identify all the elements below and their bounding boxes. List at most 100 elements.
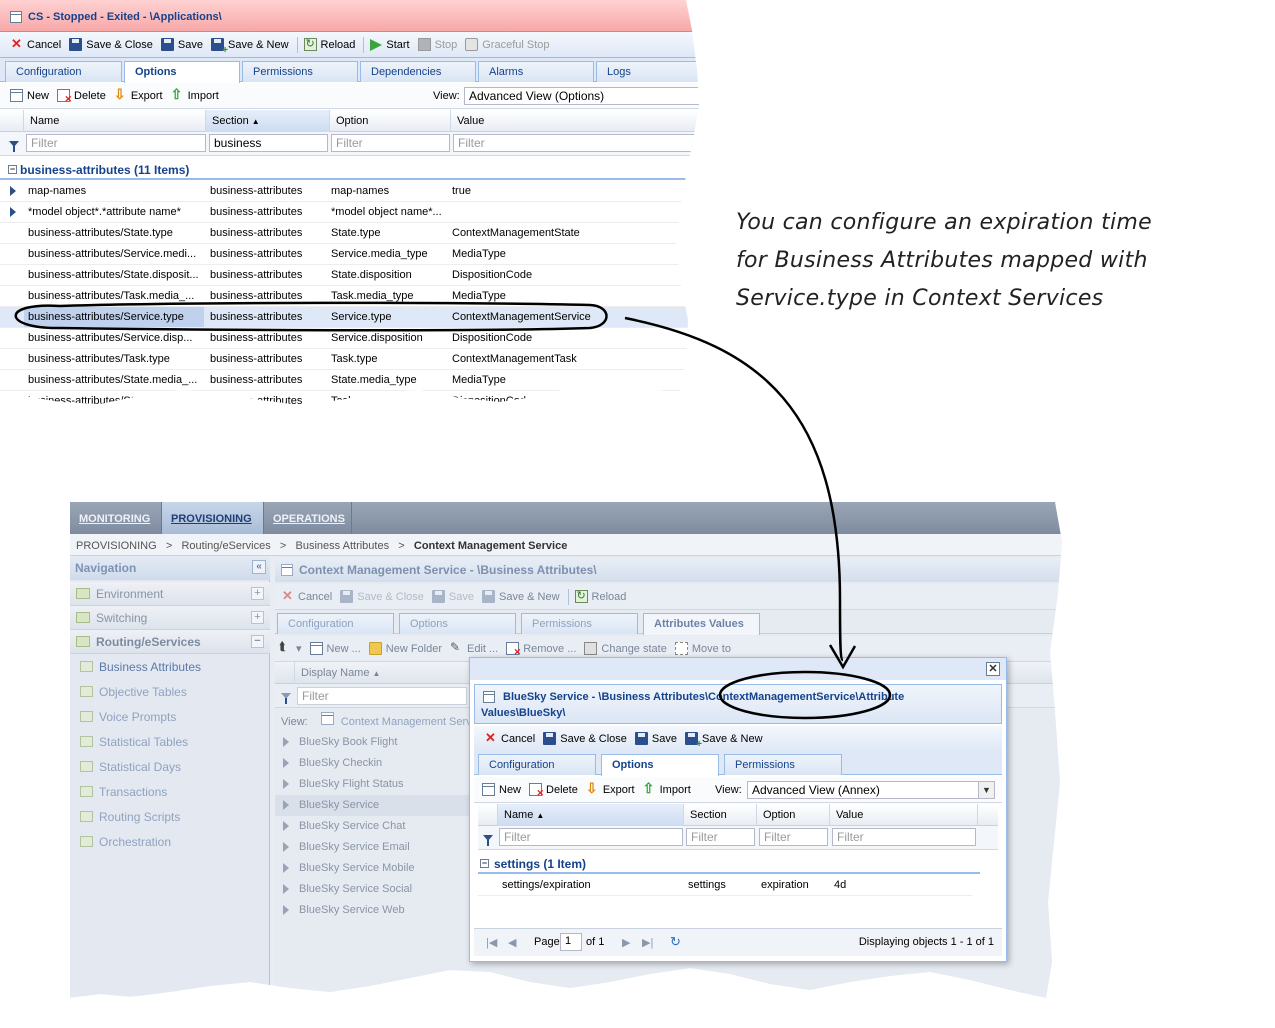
- move-to-button[interactable]: Move to: [674, 642, 731, 655]
- list-item-selected[interactable]: BlueSky Service: [275, 795, 475, 816]
- page-number-input[interactable]: 1: [560, 933, 582, 951]
- table-row[interactable]: map-names business-attributes map-names …: [0, 181, 699, 202]
- expand-icon[interactable]: [283, 821, 289, 831]
- save-button[interactable]: Save: [160, 38, 203, 51]
- list-item[interactable]: BlueSky Service Social: [275, 879, 475, 900]
- filter-value-input[interactable]: Filter: [832, 828, 976, 846]
- table-row[interactable]: *model object*.*attribute name* business…: [0, 202, 699, 223]
- column-name[interactable]: Name ▲: [498, 804, 684, 826]
- save-button[interactable]: Save: [634, 732, 677, 745]
- table-row[interactable]: settings/expiration settings expiration …: [478, 875, 972, 896]
- display-name-filter-input[interactable]: Filter: [297, 687, 467, 705]
- topnav-provisioning[interactable]: PROVISIONING: [162, 502, 264, 534]
- list-item[interactable]: BlueSky Flight Status: [275, 774, 475, 795]
- topnav-monitoring[interactable]: MONITORING: [70, 502, 162, 534]
- collapse-panel-icon[interactable]: «: [252, 560, 266, 574]
- tab-configuration[interactable]: Configuration: [478, 754, 596, 775]
- table-row[interactable]: business-attributes/State.media_... busi…: [0, 370, 699, 391]
- column-section[interactable]: Section ▲: [206, 110, 330, 132]
- table-row[interactable]: business-attributes/Task.media_... busin…: [0, 286, 699, 307]
- table-row[interactable]: business-attributes/State.disposit... bu…: [0, 265, 699, 286]
- breadcrumb-provisioning[interactable]: PROVISIONING: [76, 540, 157, 552]
- remove-button[interactable]: Remove ...: [506, 642, 576, 658]
- tab-options[interactable]: Options: [124, 61, 240, 83]
- column-option[interactable]: Option: [757, 804, 830, 826]
- chevron-down-icon[interactable]: ▼: [978, 782, 994, 798]
- save-close-button[interactable]: Save & Close: [69, 38, 153, 51]
- column-value[interactable]: Value: [451, 110, 699, 132]
- column-display-name[interactable]: Display Name ▲: [295, 662, 475, 684]
- new-object-button[interactable]: New ...: [309, 642, 361, 655]
- filter-option-input[interactable]: Filter: [331, 134, 450, 152]
- filter-name-input[interactable]: Filter: [499, 828, 683, 846]
- list-item[interactable]: BlueSky Checkin: [275, 753, 475, 774]
- expand-icon[interactable]: [283, 842, 289, 852]
- new-option-button[interactable]: New: [10, 89, 49, 102]
- expand-icon[interactable]: [10, 186, 16, 196]
- list-item[interactable]: BlueSky Service Mobile: [275, 858, 475, 879]
- topnav-operations[interactable]: OPERATIONS: [264, 502, 352, 534]
- nav-item-business-attributes[interactable]: Business Attributes: [70, 656, 270, 678]
- export-button[interactable]: Export: [586, 780, 635, 797]
- collapse-icon[interactable]: −: [251, 635, 264, 648]
- graceful-stop-button[interactable]: Graceful Stop: [465, 38, 550, 51]
- breadcrumb-routing[interactable]: Routing/eServices: [181, 540, 270, 552]
- tab-permissions[interactable]: Permissions: [724, 754, 842, 775]
- tab-configuration[interactable]: Configuration: [277, 613, 394, 634]
- reload-button[interactable]: Reload: [303, 37, 355, 51]
- expand-icon[interactable]: [283, 800, 289, 810]
- filter-section-input[interactable]: business: [209, 134, 328, 152]
- nav-section-environment[interactable]: Environment +: [70, 582, 270, 606]
- save-new-button[interactable]: Save & New: [210, 38, 289, 56]
- nav-item-voice-prompts[interactable]: Voice Prompts: [70, 706, 270, 728]
- expand-icon[interactable]: [10, 207, 16, 217]
- edit-button[interactable]: Edit ...: [450, 640, 498, 655]
- group-header[interactable]: − business-attributes (11 Items): [0, 160, 699, 180]
- expand-icon[interactable]: [283, 737, 289, 747]
- table-row-selected[interactable]: business-attributes/Service.type busines…: [0, 307, 699, 328]
- save-button[interactable]: Save: [431, 590, 474, 603]
- expand-icon[interactable]: [283, 758, 289, 768]
- nav-item-routing-scripts[interactable]: Routing Scripts: [70, 806, 270, 828]
- table-row[interactable]: business-attributes/State.disposit... bu…: [0, 391, 699, 405]
- tab-options[interactable]: Options: [399, 613, 516, 634]
- column-name[interactable]: Name: [24, 110, 206, 132]
- tab-alarms[interactable]: Alarms: [478, 61, 594, 82]
- expand-icon[interactable]: [283, 863, 289, 873]
- expand-icon[interactable]: [283, 884, 289, 894]
- filter-section-input[interactable]: Filter: [686, 828, 755, 846]
- cancel-button[interactable]: ✕ Cancel: [10, 37, 61, 51]
- list-item[interactable]: BlueSky Service Chat: [275, 816, 475, 837]
- tab-permissions[interactable]: Permissions: [521, 613, 638, 634]
- delete-option-button[interactable]: Delete: [529, 783, 578, 799]
- reload-button[interactable]: Reload: [574, 589, 626, 603]
- table-row[interactable]: business-attributes/State.type business-…: [0, 223, 699, 244]
- breadcrumb-business-attributes[interactable]: Business Attributes: [296, 540, 390, 552]
- column-section[interactable]: Section: [684, 804, 757, 826]
- up-folder-button[interactable]: ▾: [279, 639, 302, 655]
- save-new-button[interactable]: Save & New: [481, 590, 560, 603]
- table-row[interactable]: business-attributes/Task.type business-a…: [0, 349, 699, 370]
- nav-item-transactions[interactable]: Transactions: [70, 781, 270, 803]
- list-view-select[interactable]: Context Management Serv: [341, 716, 472, 728]
- filter-value-input[interactable]: Filter: [453, 134, 699, 152]
- list-item[interactable]: BlueSky Service Web: [275, 900, 475, 921]
- close-icon[interactable]: ✕: [986, 662, 1000, 676]
- nav-section-switching[interactable]: Switching +: [70, 606, 270, 630]
- cancel-button[interactable]: ✕ Cancel: [281, 589, 332, 603]
- tab-options[interactable]: Options: [601, 754, 719, 776]
- new-folder-button[interactable]: New Folder: [368, 642, 442, 655]
- column-option[interactable]: Option: [330, 110, 451, 132]
- import-button[interactable]: Import: [171, 86, 219, 103]
- expand-icon[interactable]: [283, 779, 289, 789]
- expand-icon[interactable]: +: [251, 587, 264, 600]
- save-new-button[interactable]: Save & New: [684, 732, 763, 750]
- save-close-button[interactable]: Save & Close: [543, 732, 627, 745]
- nav-section-routing[interactable]: Routing/eServices −: [70, 630, 270, 654]
- tab-attributes-values[interactable]: Attributes Values: [643, 613, 760, 635]
- save-close-button[interactable]: Save & Close: [340, 590, 424, 603]
- list-item[interactable]: BlueSky Book Flight: [275, 732, 475, 753]
- expand-icon[interactable]: +: [251, 611, 264, 624]
- nav-item-statistical-tables[interactable]: Statistical Tables: [70, 731, 270, 753]
- table-row[interactable]: business-attributes/Service.disp... busi…: [0, 328, 699, 349]
